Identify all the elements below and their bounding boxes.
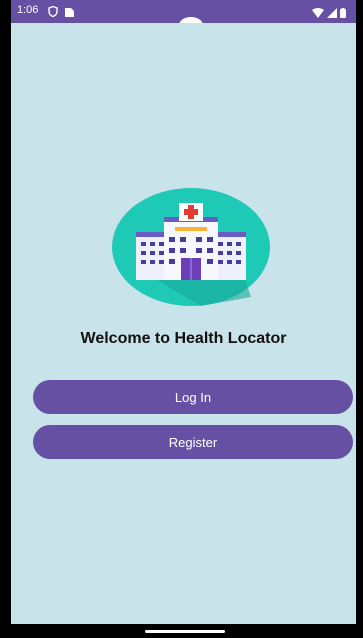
sim-card-icon [65, 4, 74, 22]
device-frame-right [356, 0, 363, 638]
device-frame-left [0, 0, 11, 638]
shield-icon [48, 4, 58, 22]
phone-screen: 1:06 Welcome to Health Locator Log In Re… [0, 0, 363, 638]
hospital-icon [111, 187, 271, 307]
signal-icon [327, 5, 337, 23]
app-screen: Welcome to Health Locator Log In Registe… [11, 23, 356, 624]
battery-icon [340, 5, 346, 23]
navigation-bar [11, 624, 356, 638]
wifi-icon [312, 5, 324, 23]
register-button[interactable]: Register [33, 425, 353, 459]
welcome-title: Welcome to Health Locator [80, 330, 287, 347]
login-button[interactable]: Log In [33, 380, 353, 414]
status-time: 1:06 [17, 4, 39, 16]
home-indicator[interactable] [145, 630, 225, 633]
